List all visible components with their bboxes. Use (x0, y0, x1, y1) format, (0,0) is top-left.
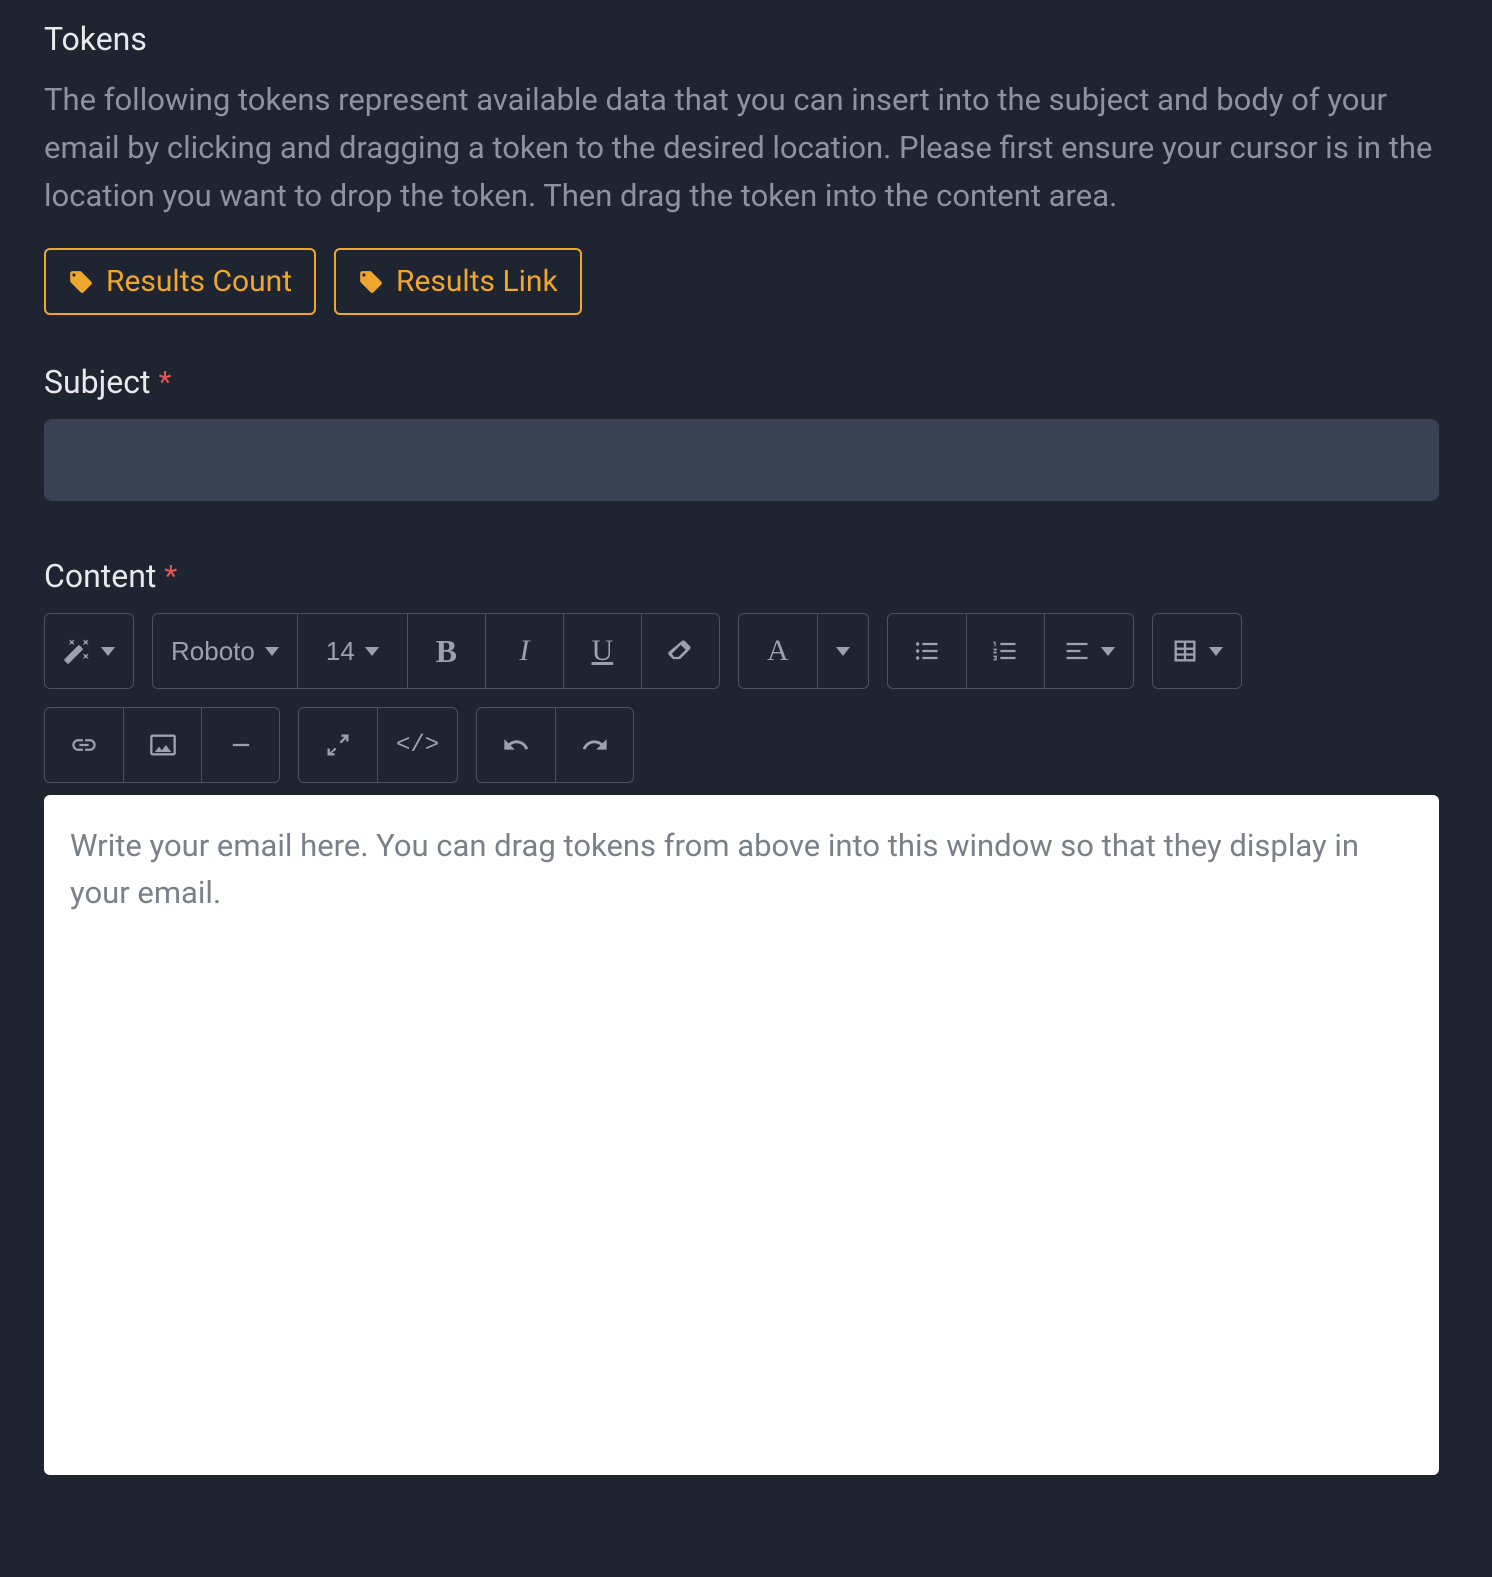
redo-icon (581, 731, 609, 759)
required-marker: * (158, 365, 171, 400)
font-color-dropdown[interactable] (817, 614, 868, 688)
italic-icon: I (519, 634, 529, 668)
picture-button[interactable] (123, 708, 201, 782)
align-icon (1063, 637, 1091, 665)
caret-down-icon (265, 647, 279, 656)
undo-icon (502, 731, 530, 759)
bold-button[interactable]: B (407, 614, 485, 688)
bullet-list-icon (913, 637, 941, 665)
token-label: Results Count (106, 264, 292, 299)
ordered-list-button[interactable] (966, 614, 1044, 688)
caret-down-icon (1101, 647, 1115, 656)
image-icon (149, 731, 177, 759)
code-icon: </> (396, 732, 439, 759)
font-family-dropdown[interactable]: Roboto (153, 614, 297, 688)
minus-icon (227, 731, 255, 759)
font-size-value: 14 (326, 636, 355, 667)
font-size-dropdown[interactable]: 14 (297, 614, 407, 688)
content-label: Content * (44, 557, 1448, 595)
style-button[interactable] (45, 614, 133, 688)
magic-wand-icon (63, 637, 91, 665)
table-dropdown[interactable] (1153, 614, 1241, 688)
bold-icon: B (436, 633, 457, 670)
tokens-heading: Tokens (44, 20, 1448, 58)
font-color-icon: A (767, 634, 789, 668)
underline-button[interactable]: U (563, 614, 641, 688)
caret-down-icon (836, 647, 850, 656)
fullscreen-button[interactable] (299, 708, 377, 782)
editor-placeholder: Write your email here. You can drag toke… (70, 827, 1359, 911)
tokens-description: The following tokens represent available… (44, 76, 1444, 220)
unordered-list-button[interactable] (888, 614, 966, 688)
subject-label-text: Subject (44, 363, 150, 401)
tag-icon (358, 269, 384, 295)
caret-down-icon (365, 647, 379, 656)
italic-button[interactable]: I (485, 614, 563, 688)
clear-format-button[interactable] (641, 614, 719, 688)
code-view-button[interactable]: </> (377, 708, 457, 782)
redo-button[interactable] (555, 708, 633, 782)
caret-down-icon (1209, 647, 1223, 656)
required-marker: * (164, 559, 177, 594)
expand-icon (324, 731, 352, 759)
paragraph-align-dropdown[interactable] (1044, 614, 1133, 688)
token-label: Results Link (396, 264, 558, 299)
content-editor[interactable]: Write your email here. You can drag toke… (44, 795, 1439, 1475)
horizontal-rule-button[interactable] (201, 708, 279, 782)
subject-label: Subject * (44, 363, 1448, 401)
subject-input[interactable] (44, 419, 1439, 501)
caret-down-icon (101, 647, 115, 656)
token-results-link[interactable]: Results Link (334, 248, 582, 315)
link-icon (70, 731, 98, 759)
link-button[interactable] (45, 708, 123, 782)
token-results-count[interactable]: Results Count (44, 248, 316, 315)
content-label-text: Content (44, 557, 156, 595)
undo-button[interactable] (477, 708, 555, 782)
font-family-value: Roboto (171, 636, 255, 667)
editor-toolbar: Roboto 14 B I U A (44, 613, 1439, 783)
tokens-row: Results Count Results Link (44, 248, 1448, 315)
underline-icon: U (592, 634, 614, 668)
table-icon (1171, 637, 1199, 665)
font-color-button[interactable]: A (739, 614, 817, 688)
numbered-list-icon (991, 637, 1019, 665)
eraser-icon (666, 637, 694, 665)
tag-icon (68, 269, 94, 295)
